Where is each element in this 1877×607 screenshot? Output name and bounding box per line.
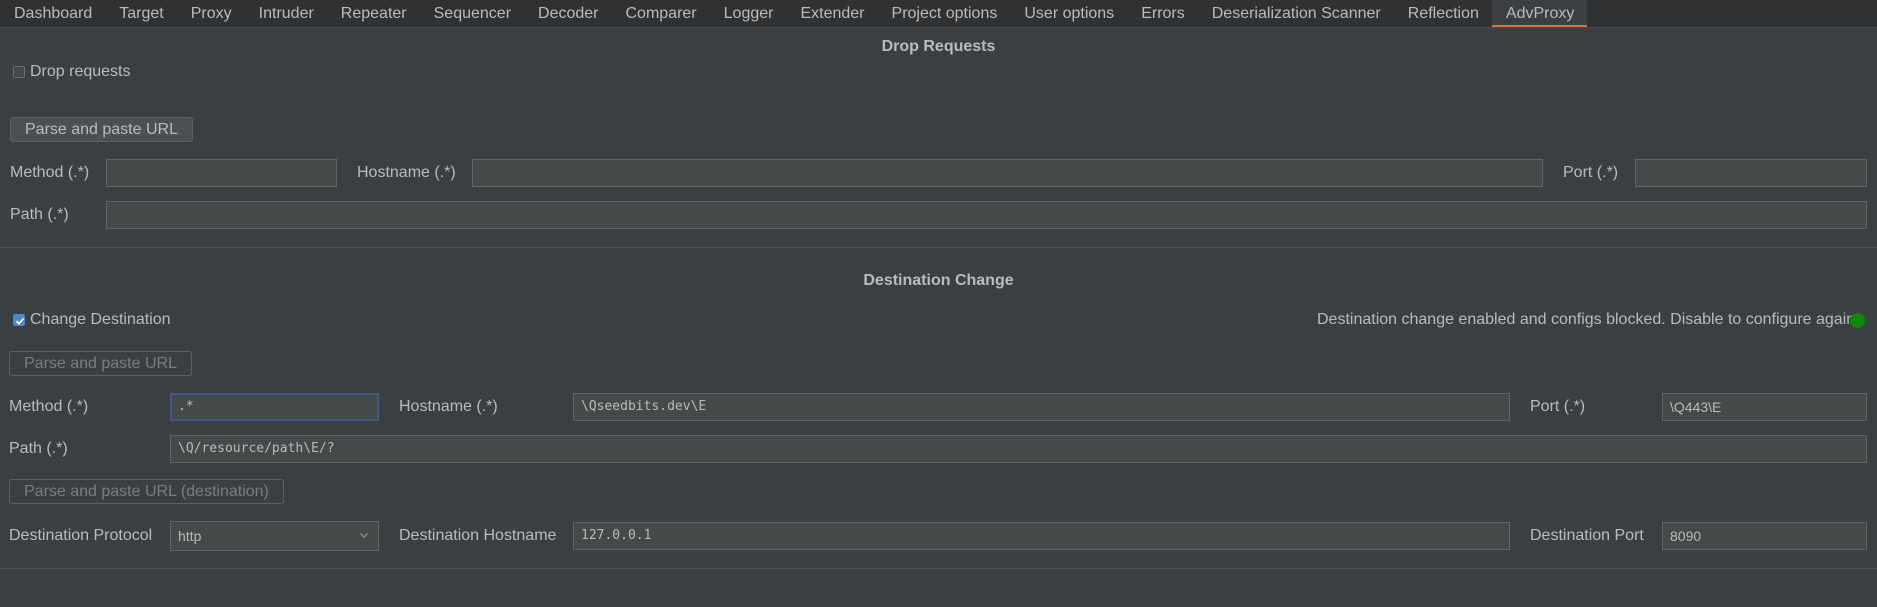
section-divider <box>0 247 1877 248</box>
dest-path-input[interactable]: \Q/resource/path\E/? <box>170 435 1867 463</box>
chevron-down-icon <box>360 533 368 538</box>
drop-path-label: Path (.*) <box>10 206 69 223</box>
destination-protocol-label: Destination Protocol <box>9 527 153 544</box>
dest-hostname-input[interactable]: \Qseedbits.dev\E <box>573 393 1510 421</box>
drop-hostname-input[interactable] <box>472 159 1543 187</box>
destination-protocol-value: http <box>178 528 202 544</box>
tab-dashboard[interactable]: Dashboard <box>0 0 105 27</box>
drop-method-input[interactable] <box>106 159 337 187</box>
parse-url-destination-button[interactable]: Parse and paste URL (destination) <box>9 479 284 504</box>
tab-comparer[interactable]: Comparer <box>612 0 710 27</box>
dest-hostname-label: Hostname (.*) <box>399 398 498 415</box>
dest-method-label: Method (.*) <box>9 398 89 415</box>
drop-hostname-label: Hostname (.*) <box>357 164 456 181</box>
drop-requests-title: Drop Requests <box>881 38 996 55</box>
dest-port-label: Port (.*) <box>1530 398 1586 415</box>
destination-protocol-select[interactable]: http <box>170 521 379 551</box>
drop-parse-url-button[interactable]: Parse and paste URL <box>10 117 193 142</box>
tab-decoder[interactable]: Decoder <box>524 0 611 27</box>
tab-intruder[interactable]: Intruder <box>245 0 327 27</box>
tab-extender[interactable]: Extender <box>786 0 877 27</box>
drop-path-input[interactable] <box>106 201 1867 229</box>
change-destination-label[interactable]: Change Destination <box>30 311 171 329</box>
dest-path-label: Path (.*) <box>9 440 68 457</box>
tab-user-options[interactable]: User options <box>1010 0 1127 27</box>
dest-parse-url-button[interactable]: Parse and paste URL <box>9 351 192 376</box>
tab-project-options[interactable]: Project options <box>878 0 1011 27</box>
drop-method-label: Method (.*) <box>10 164 90 181</box>
dest-port-input[interactable]: \Q443\E <box>1662 393 1867 421</box>
destination-port-label: Destination Port <box>1530 527 1644 544</box>
destination-hostname-input[interactable]: 127.0.0.1 <box>573 522 1510 550</box>
drop-requests-checkbox[interactable] <box>13 66 25 78</box>
tab-sequencer[interactable]: Sequencer <box>420 0 524 27</box>
change-destination-checkbox[interactable] <box>13 314 25 326</box>
destination-change-title: Destination Change <box>863 272 1014 289</box>
tab-logger[interactable]: Logger <box>710 0 787 27</box>
tab-target[interactable]: Target <box>105 0 176 27</box>
tab-advproxy[interactable]: AdvProxy <box>1491 0 1588 27</box>
check-icon <box>15 317 25 325</box>
drop-port-input[interactable] <box>1635 159 1867 187</box>
destination-hostname-label: Destination Hostname <box>399 527 557 544</box>
destination-status-text: Destination change enabled and configs b… <box>1317 311 1856 328</box>
tab-reflection[interactable]: Reflection <box>1394 0 1492 27</box>
dest-method-input[interactable]: .* <box>170 393 379 421</box>
drop-requests-label[interactable]: Drop requests <box>30 63 131 81</box>
drop-port-label: Port (.*) <box>1563 164 1619 181</box>
main-tab-bar: Dashboard Target Proxy Intruder Repeater Sequ… <box>0 0 1877 28</box>
bottom-divider <box>0 568 1877 569</box>
tab-deserialization-scanner[interactable]: Deserialization Scanner <box>1198 0 1394 27</box>
destination-port-input[interactable]: 8090 <box>1662 522 1867 550</box>
tab-proxy[interactable]: Proxy <box>177 0 245 27</box>
tab-repeater[interactable]: Repeater <box>327 0 420 27</box>
status-indicator-icon <box>1850 313 1865 328</box>
tab-errors[interactable]: Errors <box>1127 0 1198 27</box>
